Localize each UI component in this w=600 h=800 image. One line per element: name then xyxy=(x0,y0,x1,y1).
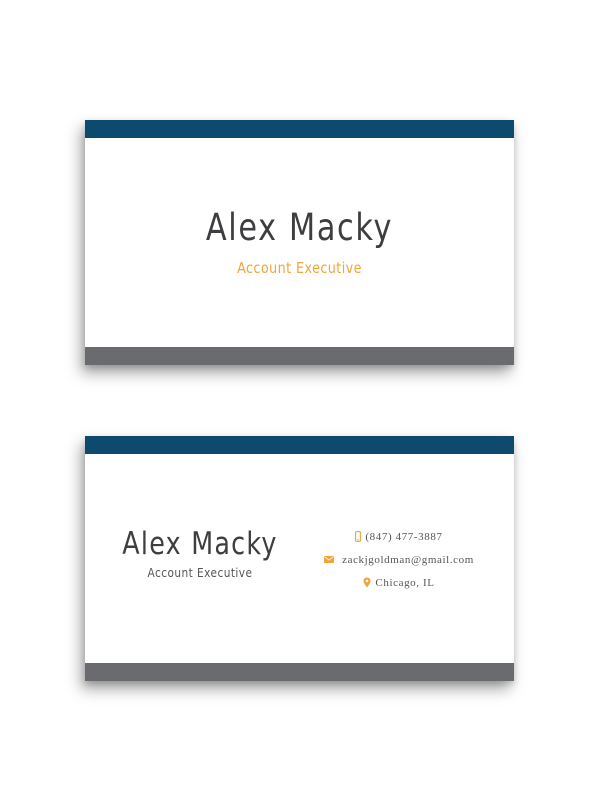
contact-location: Chicago, IL xyxy=(313,571,485,594)
card-job-title: Account Executive xyxy=(237,259,362,277)
contact-phone-text: (847) 477-3887 xyxy=(365,530,443,543)
card-top-band xyxy=(85,120,514,138)
card-name: Alex Macky xyxy=(205,206,394,249)
card-job-title: Account Executive xyxy=(147,566,253,580)
contact-email-text: zackjgoldman@gmail.com xyxy=(342,553,474,566)
phone-icon xyxy=(355,531,362,542)
card-name: Alex Macky xyxy=(122,526,278,562)
card-bottom-band xyxy=(85,347,514,365)
envelope-icon xyxy=(324,556,335,563)
card-top-band xyxy=(85,436,514,454)
business-card-back: Alex Macky Account Executive (847) 477-3… xyxy=(85,436,514,681)
contact-location-text: Chicago, IL xyxy=(375,576,435,589)
map-pin-icon xyxy=(363,577,371,588)
business-card-front: Alex Macky Account Executive xyxy=(85,120,514,365)
contact-email: zackjgoldman@gmail.com xyxy=(313,548,485,571)
contact-phone: (847) 477-3887 xyxy=(313,525,485,548)
card-bottom-band xyxy=(85,663,514,681)
identity-block: Alex Macky Account Executive xyxy=(105,524,295,580)
contact-list: (847) 477-3887 zackjgoldman@gmail.com Ch… xyxy=(313,525,485,594)
